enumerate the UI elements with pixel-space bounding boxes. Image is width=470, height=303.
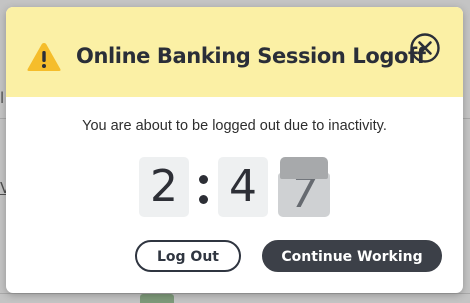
inactivity-message: You are about to be logged out due to in… — [82, 118, 387, 134]
countdown-seconds-ones-flip: 7 — [278, 157, 330, 219]
continue-working-button[interactable]: Continue Working — [262, 240, 442, 272]
countdown-seconds-ones: 7 — [287, 173, 321, 217]
countdown-minutes: 2 — [139, 157, 189, 217]
dialog-title: Online Banking Session Logoff — [76, 44, 426, 68]
dialog-header: Online Banking Session Logoff — [6, 7, 463, 97]
background-divider — [0, 293, 470, 294]
log-out-button[interactable]: Log Out — [135, 240, 241, 272]
flip-card-top — [280, 157, 328, 179]
countdown-colon — [197, 169, 209, 209]
background-image-fragment — [140, 294, 174, 303]
countdown-seconds-tens: 4 — [218, 157, 268, 217]
flip-card-bottom: 7 — [278, 173, 330, 217]
background-text-fragment: l — [0, 89, 5, 107]
close-icon[interactable] — [409, 32, 441, 64]
session-logoff-dialog: Online Banking Session Logoff You are ab… — [6, 7, 463, 293]
warning-icon — [27, 43, 61, 71]
